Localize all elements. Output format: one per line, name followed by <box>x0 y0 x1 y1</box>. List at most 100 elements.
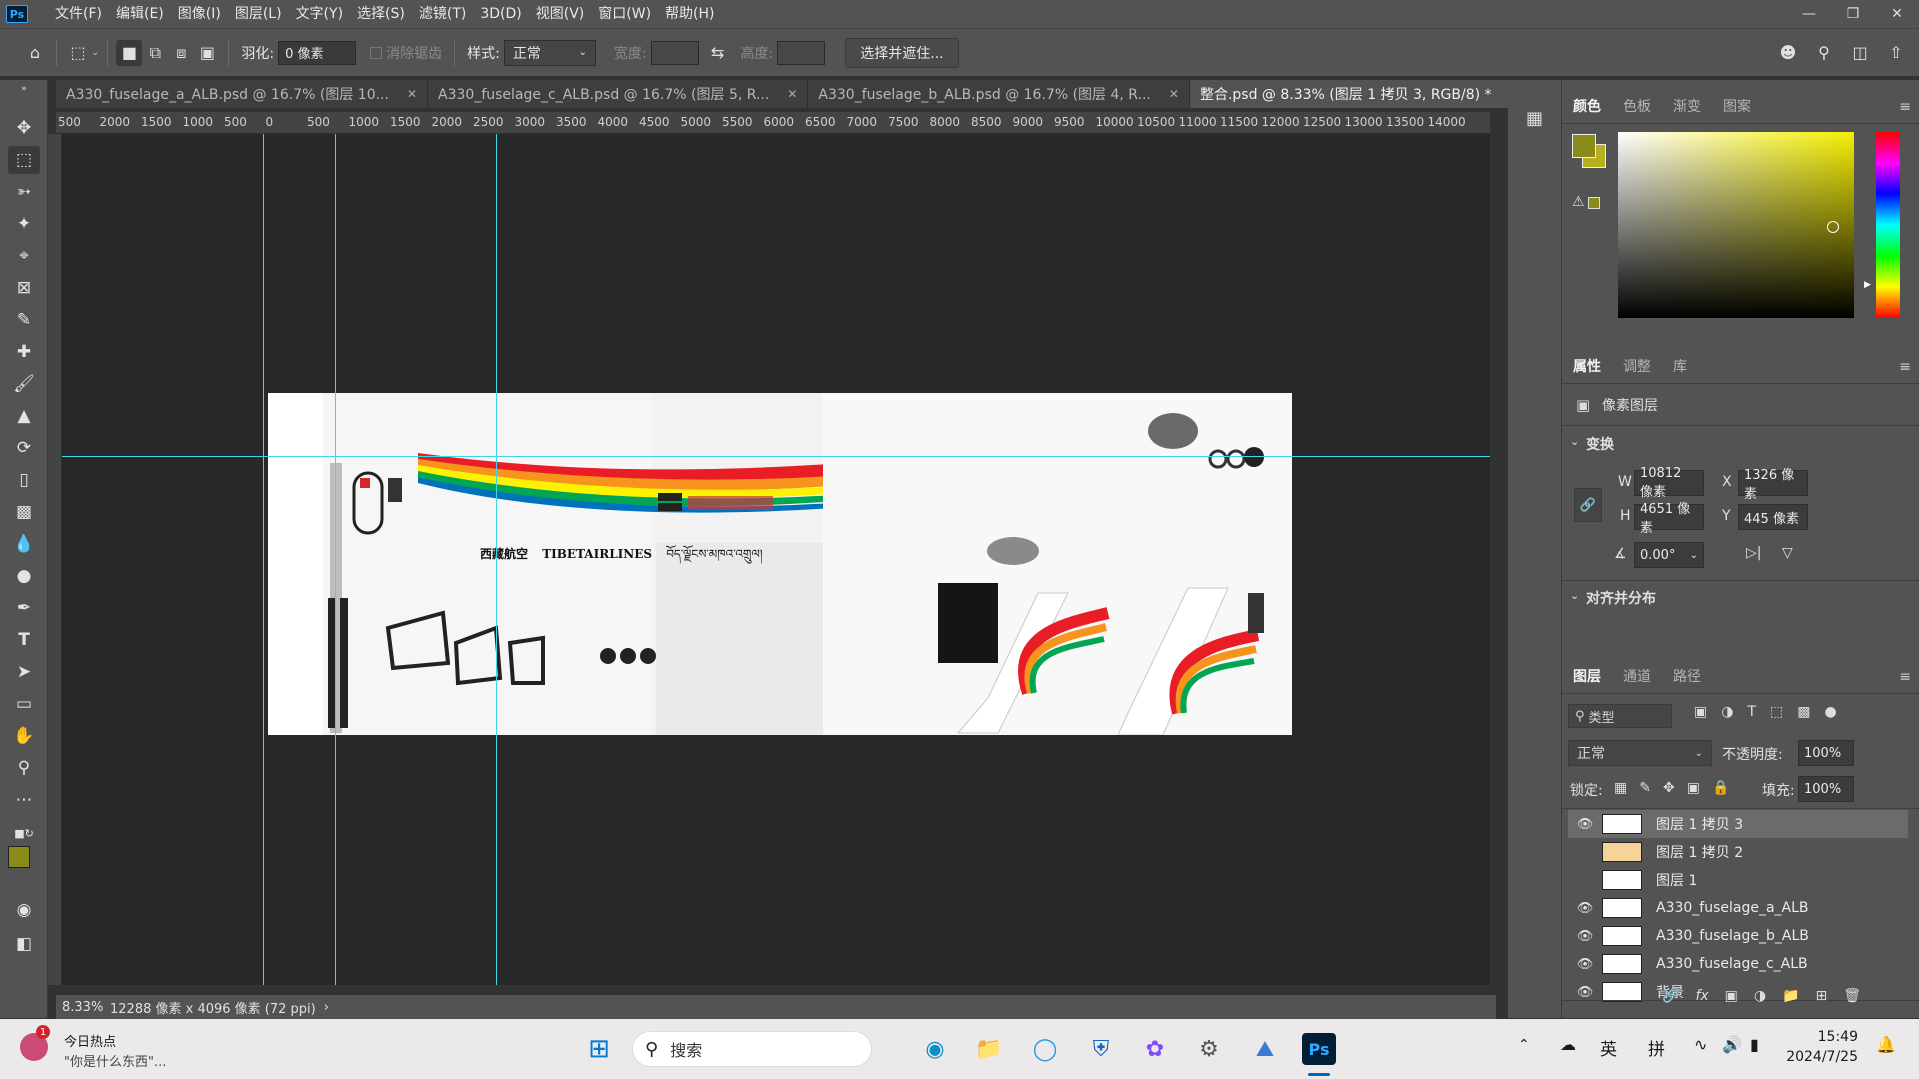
fx-icon[interactable]: fx <box>1695 988 1708 1004</box>
zoom-tool-icon[interactable]: ⚲ <box>8 754 40 782</box>
height-field[interactable]: 4651 像素 <box>1634 502 1704 536</box>
share-icon[interactable]: ⇧ <box>1883 39 1909 65</box>
lock-position-icon[interactable]: ✥ <box>1663 780 1675 796</box>
file-explorer-icon[interactable]: 📁 <box>972 1033 1006 1065</box>
minimize-icon[interactable]: — <box>1787 0 1831 28</box>
height-input[interactable] <box>777 40 826 65</box>
screen-mode-icon[interactable]: ◧ <box>8 930 40 958</box>
blur-tool-icon[interactable]: 💧 <box>8 530 40 558</box>
tab-properties[interactable]: 属性 <box>1562 350 1612 384</box>
opacity-field[interactable]: 100% <box>1798 740 1854 766</box>
eraser-tool-icon[interactable]: ▯ <box>8 466 40 494</box>
fill-field[interactable]: 100% <box>1798 776 1854 802</box>
photoshop-taskbar-icon[interactable]: Ps <box>1302 1033 1336 1065</box>
tab-gradients[interactable]: 渐变 <box>1662 90 1712 124</box>
add-selection-icon[interactable]: ⧉ <box>142 40 168 66</box>
width-field[interactable]: 10812 像素 <box>1634 466 1704 500</box>
frame-tool-icon[interactable]: ⊠ <box>8 274 40 302</box>
menu-image[interactable]: 图像(I) <box>171 0 228 28</box>
volume-icon[interactable]: 🔊 <box>1722 1035 1742 1054</box>
hue-slider[interactable] <box>1876 132 1900 318</box>
brush-tool-icon[interactable]: 🖌 <box>8 370 40 398</box>
guide-vertical-2[interactable] <box>335 134 336 985</box>
tab-channels[interactable]: 通道 <box>1612 660 1662 694</box>
lock-artboard-icon[interactable]: ▣ <box>1687 780 1700 796</box>
adjustment-layer-icon[interactable]: ◑ <box>1754 988 1766 1004</box>
marquee-preset-icon[interactable]: ⬚ <box>65 40 91 66</box>
type-tool-icon[interactable]: T <box>8 626 40 654</box>
layer-row[interactable]: 👁 A330_fuselage_b_ALB <box>1568 922 1908 950</box>
menu-3d[interactable]: 3D(D) <box>473 0 528 28</box>
gamut-color-chip[interactable] <box>1588 197 1600 209</box>
tab-fuselage-a[interactable]: A330_fuselage_a_ALB.psd @ 16.7% (图层 10..… <box>56 80 429 108</box>
menu-window[interactable]: 窗口(W) <box>591 0 658 28</box>
style-select[interactable]: 正常 ⌄ <box>503 39 596 66</box>
ruler-horizontal[interactable]: 500 2000 1500 1000 500 0 500 1000 1500 2000 2500 30… <box>56 112 1490 134</box>
quick-mask-icon[interactable]: ◉ <box>8 896 40 924</box>
gamut-warning-icon[interactable]: ⚠ <box>1572 194 1585 210</box>
tab-fuselage-c[interactable]: A330_fuselage_c_ALB.psd @ 16.7% (图层 5, R… <box>428 80 809 108</box>
wifi-icon[interactable]: ∿ <box>1694 1035 1707 1054</box>
menu-layer[interactable]: 图层(L) <box>228 0 289 28</box>
lock-all-icon[interactable]: 🔒 <box>1712 780 1729 796</box>
filter-pixel-icon[interactable]: ▣ <box>1694 704 1707 720</box>
tab-swatches[interactable]: 色板 <box>1612 90 1662 124</box>
close-icon[interactable]: ✕ <box>787 87 797 101</box>
taskbar-search[interactable]: ⚲ 搜索 <box>632 1031 872 1067</box>
lock-pixels-icon[interactable]: ✎ <box>1639 780 1651 796</box>
marquee-tool-icon[interactable]: ⬚ <box>8 146 40 174</box>
gradient-tool-icon[interactable]: ▩ <box>8 498 40 526</box>
link-layers-icon[interactable]: 🔗 <box>1662 988 1679 1004</box>
swap-colors-icon[interactable]: ■↻ <box>8 824 40 842</box>
ie-icon[interactable]: ◯ <box>1028 1033 1062 1065</box>
tab-patterns[interactable]: 图案 <box>1712 90 1762 124</box>
settings-icon[interactable]: ⚙ <box>1192 1033 1226 1065</box>
color-picker-cursor[interactable] <box>1827 221 1839 233</box>
photos-icon[interactable]: ⛰ <box>1248 1033 1282 1065</box>
battery-icon[interactable]: ▮ <box>1750 1035 1759 1054</box>
clone-stamp-tool-icon[interactable]: ▲ <box>8 402 40 430</box>
chevron-down-icon[interactable]: ⌄ <box>1570 589 1579 602</box>
lasso-tool-icon[interactable]: ➳ <box>8 178 40 206</box>
color-picker-field[interactable] <box>1618 132 1854 318</box>
history-brush-tool-icon[interactable]: ⟳ <box>8 434 40 462</box>
width-input[interactable] <box>650 40 699 65</box>
zoom-level[interactable]: 8.33% <box>62 1000 106 1015</box>
guide-vertical-1[interactable] <box>263 134 264 985</box>
eyedropper-tool-icon[interactable]: ✎ <box>8 306 40 334</box>
hand-tool-icon[interactable]: ✋ <box>8 722 40 750</box>
guide-vertical-3[interactable] <box>496 134 497 985</box>
app-icon[interactable]: ✿ <box>1138 1033 1172 1065</box>
filter-toggle-icon[interactable]: ● <box>1824 704 1836 720</box>
restore-icon[interactable]: ❐ <box>1831 0 1875 28</box>
blend-mode-select[interactable]: 正常 ⌄ <box>1568 740 1712 766</box>
x-field[interactable]: 1326 像素 <box>1738 468 1808 502</box>
home-icon[interactable]: ⌂ <box>22 40 48 66</box>
network-icon[interactable]: ☁ <box>1560 1035 1576 1054</box>
chevron-up-icon[interactable]: ⌃ <box>1518 1037 1530 1053</box>
guide-horizontal-1[interactable] <box>62 456 1490 457</box>
collapse-toolbar-icon[interactable]: » <box>8 84 40 94</box>
ime-lang[interactable]: 英 <box>1600 1035 1617 1060</box>
clock-date[interactable]: 2024/7/25 <box>1780 1049 1858 1065</box>
chevron-down-icon[interactable]: ⌄ <box>91 47 99 58</box>
close-icon[interactable]: ✕ <box>1875 0 1919 28</box>
filter-adjustment-icon[interactable]: ◑ <box>1721 704 1733 720</box>
eye-icon[interactable]: 👁 <box>1568 929 1602 944</box>
defender-icon[interactable]: ⛨ <box>1084 1033 1118 1065</box>
move-tool-icon[interactable]: ✥ <box>8 114 40 142</box>
tab-paths[interactable]: 路径 <box>1662 660 1712 694</box>
filter-type-icon[interactable]: T <box>1747 704 1756 720</box>
windows-start-icon[interactable]: ⊞ <box>582 1033 616 1065</box>
filter-smart-object-icon[interactable]: ▩ <box>1797 704 1810 720</box>
lock-transparency-icon[interactable]: ▦ <box>1614 780 1627 796</box>
rectangle-tool-icon[interactable]: ▭ <box>8 690 40 718</box>
close-icon[interactable]: ✕ <box>407 87 417 101</box>
menu-filter[interactable]: 滤镜(T) <box>412 0 473 28</box>
share-cloud-icon[interactable]: ☻ <box>1775 39 1801 65</box>
panel-menu-icon[interactable]: ≡ <box>1899 359 1911 375</box>
menu-select[interactable]: 选择(S) <box>350 0 412 28</box>
eye-icon[interactable]: 👁 <box>1568 985 1602 1000</box>
new-selection-icon[interactable]: ■ <box>116 39 143 66</box>
intersect-selection-icon[interactable]: ▣ <box>194 40 220 66</box>
